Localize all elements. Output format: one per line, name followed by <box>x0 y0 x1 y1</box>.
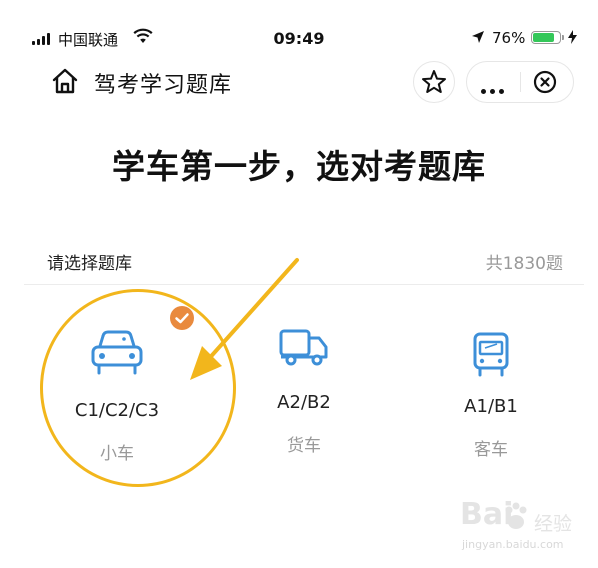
option-kind: 客车 <box>474 440 508 460</box>
watermark-brand-cn: 经验 <box>534 513 573 535</box>
battery-percent: 76% <box>492 29 526 47</box>
star-icon <box>422 70 446 93</box>
option-code: A2/B2 <box>277 392 331 413</box>
question-count: 共1830题 <box>485 254 563 274</box>
status-bar: 中国联通 09:49 76% <box>0 0 598 52</box>
option-code: A1/B1 <box>464 396 518 417</box>
paw-icon <box>505 502 527 529</box>
bus-icon <box>473 332 509 377</box>
option-kind: 货车 <box>287 436 321 456</box>
menu-capsule <box>466 61 574 103</box>
favorite-button[interactable] <box>413 61 455 103</box>
capsule-divider <box>520 72 521 92</box>
home-icon[interactable] <box>50 66 80 96</box>
charging-bolt-icon <box>568 30 577 44</box>
page-headline: 学车第一步，选对考题库 <box>112 147 486 186</box>
app-title: 驾考学习题库 <box>94 73 233 98</box>
more-dots-icon[interactable] <box>481 79 508 98</box>
baidu-watermark: Bai 经验 jingyan.baidu.com <box>452 497 598 557</box>
select-bank-label: 请选择题库 <box>47 254 132 274</box>
watermark-url: jingyan.baidu.com <box>462 538 564 551</box>
close-circle-icon[interactable] <box>533 70 557 94</box>
battery-icon <box>531 31 564 44</box>
annotation-arrow <box>190 258 299 380</box>
location-arrow-icon <box>472 31 484 43</box>
option-bus[interactable]: A1/B1 客车 <box>431 331 551 460</box>
